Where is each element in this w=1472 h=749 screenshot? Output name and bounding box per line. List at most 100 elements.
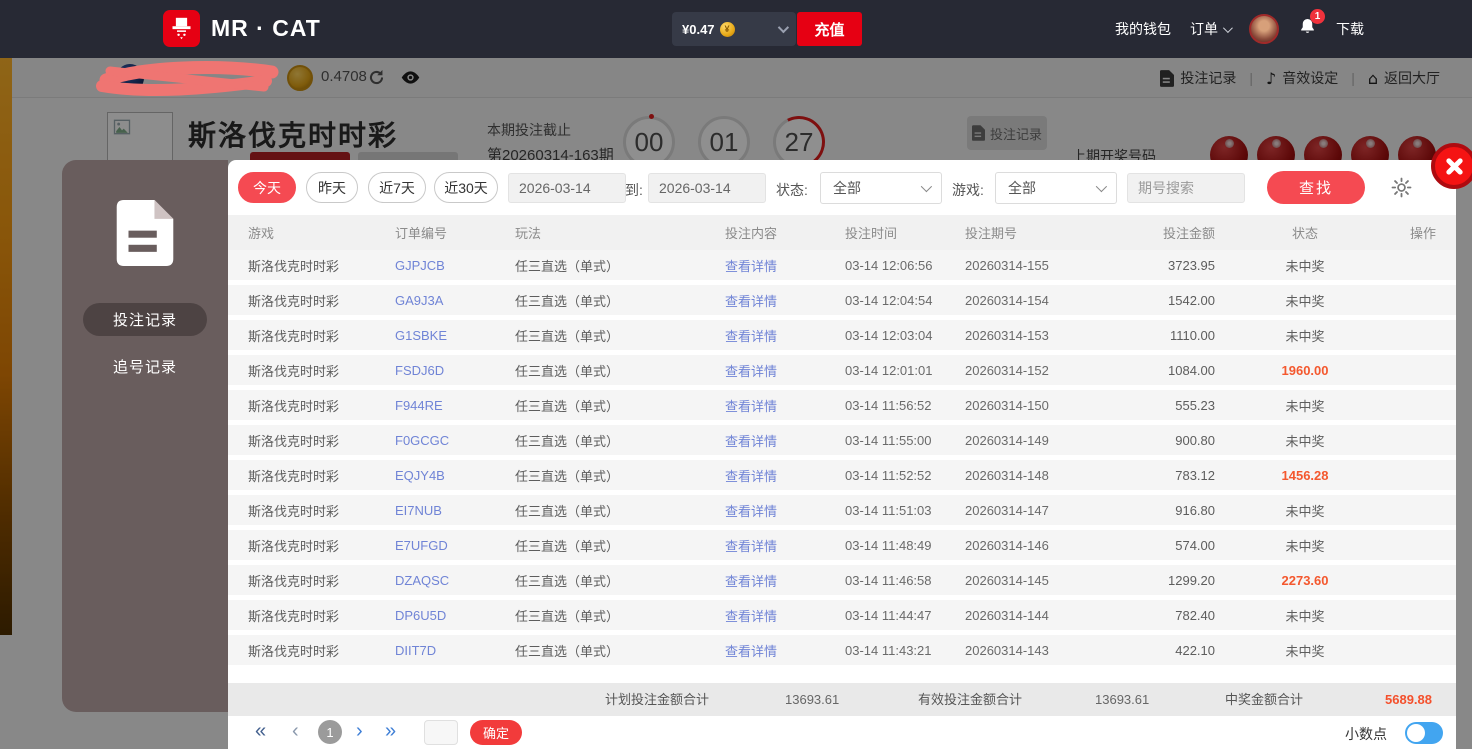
- cell-game: 斯洛伐克时时彩: [248, 398, 340, 414]
- cell-amount: 1299.20: [1168, 572, 1215, 588]
- period-search-input[interactable]: [1127, 173, 1245, 203]
- cell-order-id[interactable]: F0GCGC: [395, 433, 515, 448]
- user-avatar[interactable]: [1249, 14, 1279, 44]
- cell-order-id[interactable]: GA9J3A: [395, 293, 515, 308]
- filter-today[interactable]: 今天: [238, 172, 296, 203]
- current-page-indicator[interactable]: 1: [318, 720, 342, 744]
- view-details-link[interactable]: 查看详情: [725, 396, 845, 415]
- cell-bet-time: 03-14 11:48:49: [845, 537, 932, 553]
- cell-play-type: 任三直选（单式）: [515, 643, 620, 659]
- view-details-link[interactable]: 查看详情: [725, 606, 845, 625]
- view-details-link[interactable]: 查看详情: [725, 571, 845, 590]
- my-wallet-link[interactable]: 我的钱包: [1115, 19, 1171, 39]
- cell-status: 未中奖: [1285, 328, 1325, 344]
- cell-order-id[interactable]: DZAQSC: [395, 573, 515, 588]
- cell-amount: 555.23: [1175, 397, 1215, 413]
- cell-order-id[interactable]: E7UFGD: [395, 538, 515, 553]
- notification-bell[interactable]: 1: [1298, 9, 1325, 42]
- col-actions: 操作: [1409, 226, 1436, 241]
- chevron-down-icon: [1095, 180, 1108, 193]
- bet-records-modal: 今天 昨天 近7天 近30天 到: 状态: 全部 游戏: 全部 查找: [228, 160, 1456, 749]
- prev-page-button[interactable]: ‹: [292, 716, 299, 747]
- date-to-input[interactable]: [648, 173, 766, 203]
- status-label: 状态:: [776, 182, 808, 198]
- cell-bet-time: 03-14 12:04:54: [845, 292, 933, 308]
- game-select[interactable]: 全部: [995, 172, 1117, 204]
- cell-status: 未中奖: [1285, 398, 1325, 414]
- table-row: 斯洛伐克时时彩 DIIT7D 任三直选（单式） 查看详情 03-14 11:43…: [228, 635, 1456, 670]
- table-row: 斯洛伐克时时彩 GA9J3A 任三直选（单式） 查看详情 03-14 12:04…: [228, 285, 1456, 320]
- tab-chase-records[interactable]: 追号记录: [83, 350, 207, 383]
- table-row: 斯洛伐克时时彩 G1SBKE 任三直选（单式） 查看详情 03-14 12:03…: [228, 320, 1456, 355]
- status-select[interactable]: 全部: [820, 172, 942, 204]
- view-details-link[interactable]: 查看详情: [725, 501, 845, 520]
- cell-status: 未中奖: [1285, 538, 1325, 554]
- cell-order-id[interactable]: GJPJCB: [395, 258, 515, 273]
- win-total-value: 5689.88: [1385, 692, 1432, 707]
- valid-total-label: 有效投注金额合计: [918, 692, 1023, 707]
- confirm-page-button[interactable]: 确定: [470, 720, 522, 745]
- table-row: 斯洛伐克时时彩 EI7NUB 任三直选（单式） 查看详情 03-14 11:51…: [228, 495, 1456, 530]
- cell-play-type: 任三直选（单式）: [515, 538, 620, 554]
- col-bet-content: 投注内容: [725, 226, 778, 241]
- view-details-link[interactable]: 查看详情: [725, 431, 845, 450]
- search-button[interactable]: 查找: [1267, 171, 1365, 204]
- view-details-link[interactable]: 查看详情: [725, 256, 845, 275]
- cell-amount: 900.80: [1175, 432, 1215, 448]
- download-link[interactable]: 下载: [1336, 19, 1364, 39]
- close-modal-button[interactable]: [1431, 143, 1472, 189]
- decimal-toggle-switch[interactable]: [1405, 722, 1443, 744]
- filter-last-30-days[interactable]: 近30天: [434, 172, 498, 203]
- cell-amount: 3723.95: [1168, 257, 1215, 273]
- col-status: 状态: [1291, 226, 1318, 241]
- cell-order-id[interactable]: DP6U5D: [395, 608, 515, 623]
- view-details-link[interactable]: 查看详情: [725, 536, 845, 555]
- totals-row: 计划投注金额合计 13693.61 有效投注金额合计 13693.61 中奖金额…: [228, 683, 1456, 716]
- wallet-balance-dropdown[interactable]: ¥0.47 ¥: [672, 12, 796, 46]
- cell-status: 2273.60: [1281, 572, 1329, 588]
- last-page-button[interactable]: »: [385, 716, 396, 747]
- cell-order-id[interactable]: EQJY4B: [395, 468, 515, 483]
- cell-period: 20260314-147: [965, 502, 1049, 518]
- table-row: 斯洛伐克时时彩 DZAQSC 任三直选（单式） 查看详情 03-14 11:46…: [228, 565, 1456, 600]
- page-number-input[interactable]: [424, 720, 458, 745]
- cell-game: 斯洛伐克时时彩: [248, 258, 340, 274]
- col-period: 投注期号: [965, 226, 1018, 241]
- cell-order-id[interactable]: F944RE: [395, 398, 515, 413]
- cell-play-type: 任三直选（单式）: [515, 503, 620, 519]
- cell-status: 1456.28: [1281, 467, 1329, 483]
- filter-last-7-days[interactable]: 近7天: [368, 172, 426, 203]
- view-details-link[interactable]: 查看详情: [725, 641, 845, 660]
- gear-icon[interactable]: [1390, 176, 1413, 204]
- win-total-label: 中奖金额合计: [1225, 692, 1304, 707]
- cell-play-type: 任三直选（单式）: [515, 363, 620, 379]
- cell-bet-time: 03-14 11:55:00: [845, 432, 932, 448]
- cell-order-id[interactable]: DIIT7D: [395, 643, 515, 658]
- tab-bet-records[interactable]: 投注记录: [83, 303, 207, 336]
- cell-order-id[interactable]: FSDJ6D: [395, 363, 515, 378]
- view-details-link[interactable]: 查看详情: [725, 466, 845, 485]
- cell-game: 斯洛伐克时时彩: [248, 328, 340, 344]
- cell-order-id[interactable]: EI7NUB: [395, 503, 515, 518]
- table-row: 斯洛伐克时时彩 F944RE 任三直选（单式） 查看详情 03-14 11:56…: [228, 390, 1456, 425]
- view-details-link[interactable]: 查看详情: [725, 326, 845, 345]
- cell-period: 20260314-144: [965, 607, 1049, 623]
- to-label: 到:: [625, 182, 643, 198]
- col-bet-time: 投注时间: [845, 226, 898, 241]
- cell-status: 未中奖: [1285, 293, 1325, 309]
- first-page-button[interactable]: «: [255, 716, 266, 747]
- next-page-button[interactable]: ›: [356, 716, 363, 747]
- cell-play-type: 任三直选（单式）: [515, 468, 620, 484]
- cell-period: 20260314-149: [965, 432, 1049, 448]
- planned-total-value: 13693.61: [785, 692, 840, 707]
- filter-yesterday[interactable]: 昨天: [306, 172, 358, 203]
- cell-amount: 422.10: [1175, 642, 1215, 658]
- cell-order-id[interactable]: G1SBKE: [395, 328, 515, 343]
- view-details-link[interactable]: 查看详情: [725, 361, 845, 380]
- recharge-button[interactable]: 充值: [797, 12, 862, 46]
- orders-dropdown[interactable]: 订单: [1190, 19, 1233, 39]
- view-details-link[interactable]: 查看详情: [725, 291, 845, 310]
- brand-logo-icon[interactable]: [163, 10, 200, 47]
- col-game: 游戏: [248, 226, 275, 241]
- date-from-input[interactable]: [508, 173, 626, 203]
